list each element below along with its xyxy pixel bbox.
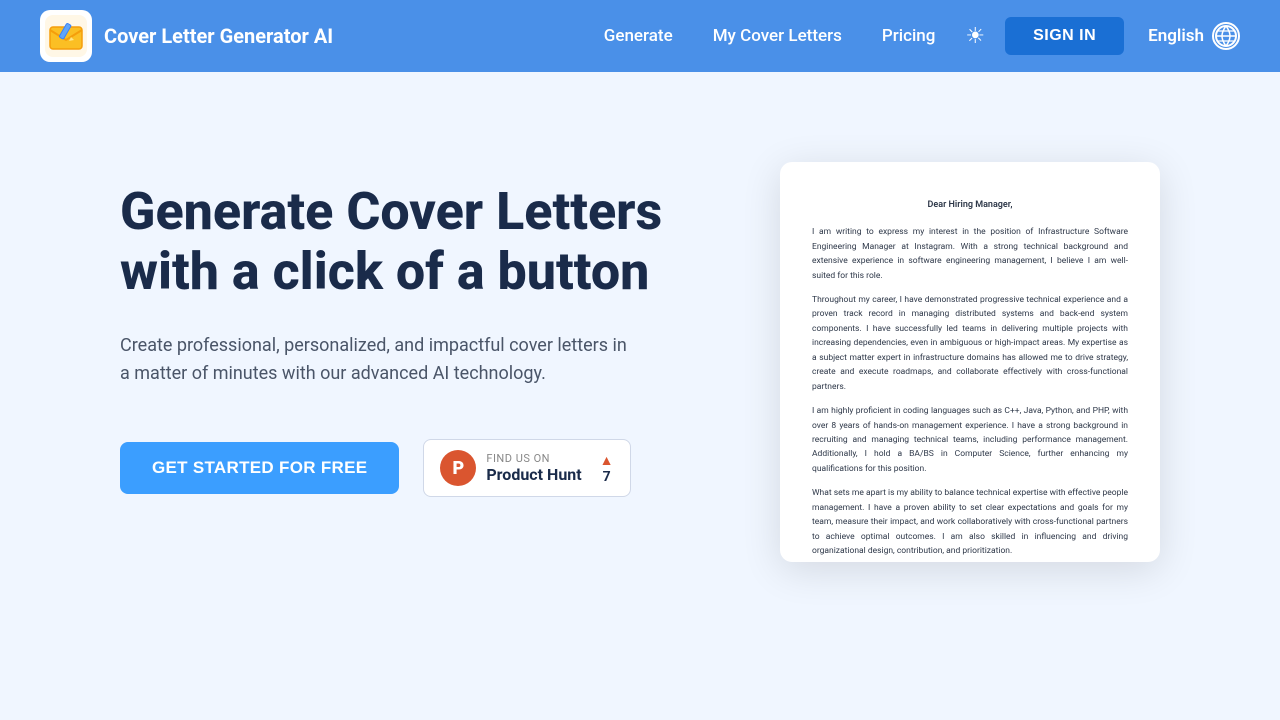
main-nav: Generate My Cover Letters Pricing [604, 26, 936, 46]
product-hunt-badge[interactable]: P FIND US ON Product Hunt ▲ 7 [423, 439, 630, 497]
header: Cover Letter Generator AI Generate My Co… [0, 0, 1280, 72]
main-content: Generate Cover Letters with a click of a… [0, 72, 1280, 720]
logo-icon [40, 10, 92, 62]
letter-para-3: I am highly proficient in coding languag… [812, 404, 1128, 476]
letter-para-4: What sets me apart is my ability to bala… [812, 486, 1128, 558]
nav-my-cover-letters[interactable]: My Cover Letters [713, 26, 842, 46]
hero-subtitle: Create professional, personalized, and i… [120, 332, 640, 390]
language-selector[interactable]: English [1148, 22, 1240, 50]
letter-para-1: I am writing to express my interest in t… [812, 225, 1128, 283]
find-us-on-label: FIND US ON [486, 452, 581, 465]
letter-greeting: Dear Hiring Manager, [812, 198, 1128, 213]
globe-icon [1212, 22, 1240, 50]
product-hunt-text: FIND US ON Product Hunt [486, 452, 581, 484]
sign-in-button[interactable]: SIGN IN [1005, 17, 1124, 55]
language-label: English [1148, 26, 1204, 46]
hero-section: Generate Cover Letters with a click of a… [120, 152, 720, 497]
nav-generate[interactable]: Generate [604, 26, 673, 46]
letter-para-2: Throughout my career, I have demonstrate… [812, 293, 1128, 394]
upvote-arrow-icon: ▲ [600, 452, 614, 469]
upvote-count: 7 [603, 469, 611, 485]
hero-title: Generate Cover Letters with a click of a… [120, 182, 720, 302]
cta-button[interactable]: GET STARTED FOR FREE [120, 442, 399, 494]
nav-pricing[interactable]: Pricing [882, 26, 936, 46]
theme-toggle-icon[interactable]: ☀ [965, 24, 985, 49]
product-hunt-score: ▲ 7 [600, 452, 614, 485]
product-hunt-logo: P [440, 450, 476, 486]
letter-preview: Dear Hiring Manager, I am writing to exp… [780, 162, 1160, 562]
hero-title-line2: with a click of a button [120, 241, 649, 302]
cta-row: GET STARTED FOR FREE P FIND US ON Produc… [120, 439, 720, 497]
product-hunt-name: Product Hunt [486, 465, 581, 484]
logo-area[interactable]: Cover Letter Generator AI [40, 10, 333, 62]
logo-title: Cover Letter Generator AI [104, 24, 333, 48]
hero-title-line1: Generate Cover Letters [120, 181, 662, 242]
